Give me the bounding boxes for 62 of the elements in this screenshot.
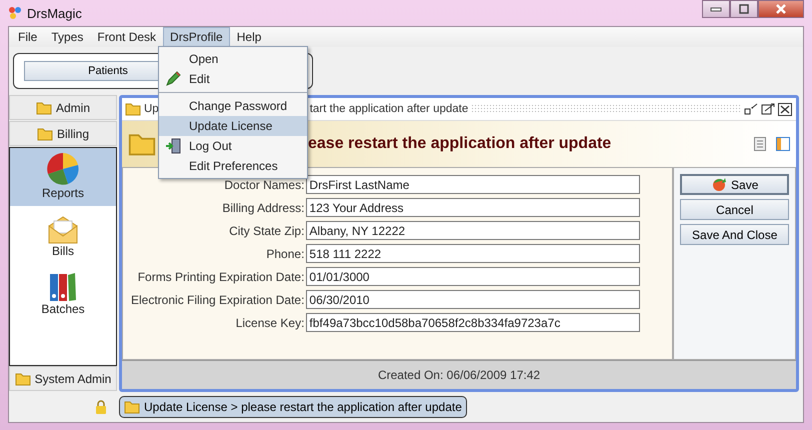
minimize-button[interactable] [702, 0, 730, 18]
internal-window-title: tart the application after update [310, 103, 468, 115]
sidebar-item[interactable]: Batches [10, 264, 116, 322]
binders-icon [49, 272, 77, 302]
maximize-icon[interactable] [761, 103, 775, 115]
restore-icon[interactable] [744, 103, 758, 115]
form-button[interactable]: Cancel [680, 199, 789, 220]
sidebar-section[interactable]: Billing [9, 121, 117, 146]
field-label: City State Zip: [228, 224, 304, 238]
lock-icon [95, 400, 107, 414]
input-field[interactable]: Albany, NY 12222 [306, 221, 640, 240]
input-field[interactable]: fbf49a73bcc10d58ba70658f2c8b334fa9723a7c [306, 313, 640, 332]
field-label: Billing Address: [221, 200, 304, 214]
menu-option[interactable]: Log Out [159, 136, 307, 156]
sidebar-section[interactable]: Admin [9, 95, 117, 120]
field-label: Phone: [265, 246, 304, 260]
maximize-icon [738, 4, 750, 14]
close-icon[interactable] [778, 102, 792, 116]
maximize-button[interactable] [730, 0, 758, 18]
menu-item[interactable]: File [11, 27, 44, 47]
close-button[interactable] [758, 0, 804, 18]
folder-icon [36, 126, 53, 140]
app-logo-icon [8, 6, 22, 20]
envelope-icon [48, 216, 78, 244]
input-field[interactable]: 06/30/2010 [306, 290, 640, 309]
input-field[interactable]: 518 111 2222 [306, 244, 640, 263]
form-button[interactable]: Save [680, 174, 789, 195]
pencil-icon [165, 71, 181, 87]
layout-icon[interactable] [776, 137, 790, 151]
field-label: Forms Printing Expiration Date: [136, 270, 304, 284]
folder-icon [124, 400, 140, 414]
menu-item[interactable]: Help [230, 27, 268, 47]
breadcrumb-button[interactable]: Update License > please restart the application after update [119, 396, 467, 418]
created-on-text: Created On: 06/06/2009 17:42 [122, 360, 796, 389]
menu-option[interactable]: Change Password [159, 96, 307, 116]
field-label: License Key: [234, 316, 304, 330]
input-field[interactable]: DrsFirst LastName [306, 175, 640, 194]
field-label: Electronic Filing Expiration Date: [131, 292, 304, 306]
input-field[interactable]: 01/01/3000 [306, 267, 640, 286]
document-icon[interactable] [754, 137, 766, 151]
internal-window-title: Up [144, 103, 159, 115]
window-title: DrsMagic [27, 6, 82, 20]
form-button[interactable]: Save And Close [680, 224, 789, 245]
menu-item[interactable]: Types [44, 27, 90, 47]
field-label: Doctor Names: [223, 178, 304, 192]
refresh-icon [711, 176, 728, 192]
menu-item[interactable]: Front Desk [90, 27, 164, 47]
sidebar-item[interactable]: Bills [10, 206, 116, 264]
close-icon [775, 4, 787, 14]
folder-icon [125, 102, 141, 116]
menu-item[interactable]: DrsProfile [163, 27, 230, 47]
minimize-icon [710, 6, 722, 12]
pie-chart-icon [46, 152, 80, 186]
input-field[interactable]: 123 Your Address [306, 198, 640, 217]
sidebar-section[interactable]: System Admin [9, 366, 117, 391]
sidebar-item[interactable]: Reports [10, 148, 116, 206]
folder-icon [36, 100, 52, 114]
door-exit-icon [165, 138, 181, 154]
header-title: ease restart the application after update [308, 135, 612, 153]
menu-option[interactable]: Edit Preferences [159, 156, 307, 176]
folder-icon [14, 372, 31, 386]
menu-option[interactable]: Update License [159, 116, 307, 136]
